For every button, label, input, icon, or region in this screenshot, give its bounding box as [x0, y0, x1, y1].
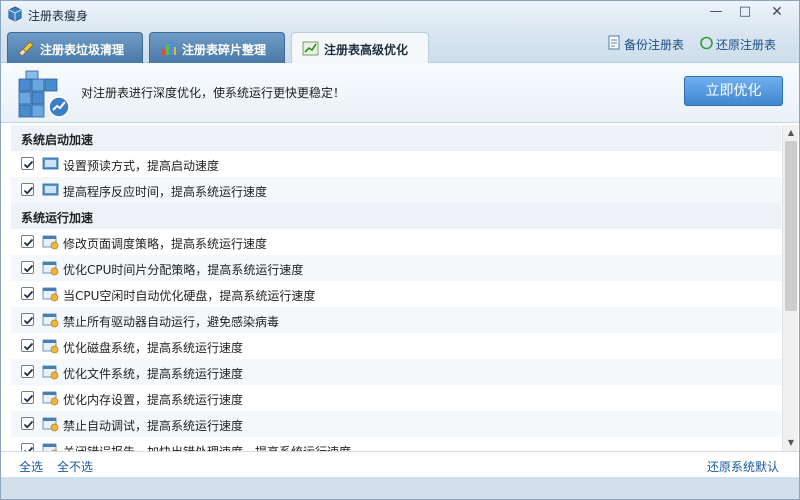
item-label: 当CPU空闲时自动优化硬盘，提高系统运行速度 — [63, 289, 316, 303]
settings-window-icon — [42, 339, 59, 354]
tab-bar: 注册表垃圾清理 注册表碎片整理 注册表高级优化 备份注册表 还原注册表 — [1, 27, 799, 64]
window-title: 注册表瘦身 — [28, 9, 89, 23]
registry-cubes-logo-icon — [18, 70, 70, 118]
select-all-link[interactable]: 全选 — [19, 458, 43, 475]
close-button[interactable]: ✕ — [766, 3, 788, 21]
item-checkbox[interactable] — [21, 339, 34, 352]
tab-label: 注册表高级优化 — [324, 43, 409, 57]
list-item[interactable]: 设置预读方式，提高启动速度 — [11, 151, 781, 177]
monitor-icon — [42, 183, 59, 196]
settings-window-icon — [42, 261, 59, 276]
restore-default-link[interactable]: 还原系统默认 — [707, 458, 779, 475]
item-label: 禁止所有驱动器自动运行，避免感染病毒 — [63, 315, 280, 329]
footer-bar: 全选 全不选 还原系统默认 — [1, 451, 799, 477]
group-header: 系统启动加速 — [11, 125, 781, 151]
item-checkbox[interactable] — [21, 365, 34, 378]
list-item[interactable]: 优化文件系统，提高系统运行速度 — [11, 359, 781, 385]
chart-up-icon — [302, 41, 319, 56]
app-cube-icon — [8, 6, 22, 22]
list-item[interactable]: 禁止自动调试，提高系统运行速度 — [11, 411, 781, 437]
status-strip — [1, 477, 799, 499]
select-none-link[interactable]: 全不选 — [57, 458, 93, 475]
monitor-icon — [42, 157, 59, 170]
item-label: 关闭错误报告，加快出错处理速度，提高系统运行速度 — [63, 443, 351, 451]
restore-registry-label: 还原注册表 — [716, 38, 777, 52]
item-checkbox[interactable] — [21, 313, 34, 326]
optimization-list: 系统启动加速设置预读方式，提高启动速度提高程序反应时间，提高系统运行速度系统运行… — [11, 125, 781, 451]
item-checkbox[interactable] — [21, 287, 34, 300]
item-label: 优化文件系统，提高系统运行速度 — [63, 367, 244, 381]
settings-window-icon — [42, 365, 59, 380]
item-label: 优化CPU时间片分配策略，提高系统运行速度 — [63, 263, 304, 277]
list-item[interactable]: 关闭错误报告，加快出错处理速度，提高系统运行速度 — [11, 437, 781, 451]
tab-label: 注册表碎片整理 — [182, 43, 267, 57]
item-label: 设置预读方式，提高启动速度 — [63, 159, 220, 173]
item-checkbox[interactable] — [21, 261, 34, 274]
broom-icon — [18, 41, 34, 57]
backup-document-icon — [608, 35, 620, 50]
list-item[interactable]: 优化磁盘系统，提高系统运行速度 — [11, 333, 781, 359]
list-scrollbar[interactable]: ▲ ▼ — [782, 125, 798, 451]
scroll-thumb[interactable] — [785, 141, 797, 311]
backup-registry-link[interactable]: 备份注册表 — [607, 35, 691, 53]
list-item[interactable]: 提高程序反应时间，提高系统运行速度 — [11, 177, 781, 203]
list-item[interactable]: 优化内存设置，提高系统运行速度 — [11, 385, 781, 411]
settings-window-icon — [42, 235, 59, 250]
list-item[interactable]: 当CPU空闲时自动优化硬盘，提高系统运行速度 — [11, 281, 781, 307]
header-panel: 对注册表进行深度优化，使系统运行更快更稳定！ 立即优化 — [1, 63, 799, 123]
restore-registry-link[interactable]: 还原注册表 — [699, 35, 783, 53]
minimize-button[interactable]: — — [705, 3, 727, 21]
restore-arrow-icon — [700, 36, 713, 50]
tab-label: 注册表垃圾清理 — [40, 43, 125, 57]
group-header: 系统运行加速 — [11, 203, 781, 229]
settings-window-icon — [42, 287, 59, 302]
tab-registry-advanced-optimize[interactable]: 注册表高级优化 — [291, 32, 429, 64]
tab-registry-defrag[interactable]: 注册表碎片整理 — [149, 32, 285, 63]
settings-window-icon — [42, 443, 58, 451]
item-checkbox[interactable] — [21, 183, 34, 196]
backup-registry-label: 备份注册表 — [624, 38, 685, 52]
item-label: 禁止自动调试，提高系统运行速度 — [63, 419, 244, 433]
main-window: 注册表瘦身 — □ ✕ 注册表垃圾清理 注册表碎片整理 注册表高级优化 备份注册… — [0, 0, 800, 500]
title-bar: 注册表瘦身 — □ ✕ — [1, 1, 799, 27]
scroll-up-icon[interactable]: ▲ — [783, 125, 799, 141]
settings-window-icon — [42, 313, 59, 328]
item-checkbox[interactable] — [21, 391, 34, 404]
settings-window-icon — [42, 417, 59, 432]
settings-window-icon — [42, 391, 59, 406]
item-checkbox[interactable] — [21, 443, 34, 451]
list-item[interactable]: 优化CPU时间片分配策略，提高系统运行速度 — [11, 255, 781, 281]
scroll-down-icon[interactable]: ▼ — [783, 435, 799, 451]
item-label: 优化磁盘系统，提高系统运行速度 — [63, 341, 244, 355]
item-label: 修改页面调度策略，提高系统运行速度 — [63, 237, 268, 251]
list-item[interactable]: 修改页面调度策略，提高系统运行速度 — [11, 229, 781, 255]
item-label: 优化内存设置，提高系统运行速度 — [63, 393, 244, 407]
tab-registry-cleanup[interactable]: 注册表垃圾清理 — [7, 32, 143, 63]
item-label: 提高程序反应时间，提高系统运行速度 — [63, 185, 268, 199]
optimize-now-button[interactable]: 立即优化 — [684, 76, 783, 106]
item-checkbox[interactable] — [21, 157, 34, 170]
list-item[interactable]: 禁止所有驱动器自动运行，避免感染病毒 — [11, 307, 781, 333]
maximize-button[interactable]: □ — [734, 3, 756, 21]
item-checkbox[interactable] — [21, 417, 34, 430]
defrag-blocks-icon — [162, 42, 176, 55]
item-checkbox[interactable] — [21, 235, 34, 248]
header-description: 对注册表进行深度优化，使系统运行更快更稳定！ — [81, 86, 346, 100]
